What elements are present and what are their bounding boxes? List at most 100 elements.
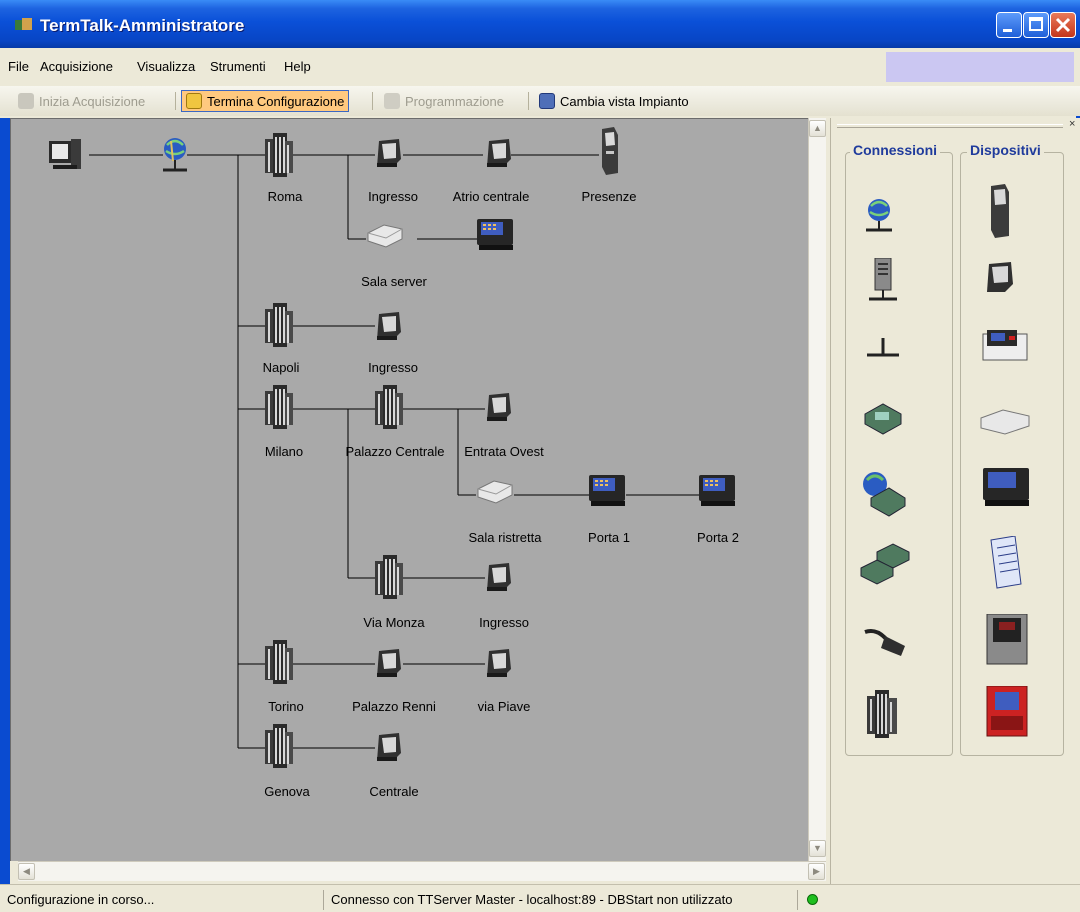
kiosk-icon[interactable] <box>985 184 1015 240</box>
terminal-icon <box>377 312 401 340</box>
horizontal-scrollbar[interactable]: ◀ ▶ <box>18 861 826 881</box>
node-label[interactable]: Ingresso <box>368 189 418 204</box>
modem-pair-icon[interactable] <box>859 542 911 590</box>
end-configuration-button[interactable]: Termina Configurazione <box>181 90 350 112</box>
status-indicator-panel <box>802 890 1072 910</box>
printer-terminal-icon[interactable] <box>981 328 1031 368</box>
menu-bar: File Acquisizione Visualizza Strumenti H… <box>0 48 1080 86</box>
end-configuration-label: Termina Configurazione <box>207 93 345 109</box>
node-label[interactable]: Palazzo Renni <box>352 699 436 714</box>
toolbar-separator <box>528 92 529 110</box>
node-label[interactable]: Presenze <box>582 189 637 204</box>
plant-tree-canvas[interactable]: Roma Ingresso Atrio centrale Presenze Sa… <box>10 118 808 861</box>
menu-acquisizione[interactable]: Acquisizione <box>40 59 113 74</box>
keypad-terminal-icon <box>699 475 735 506</box>
terminal-icon <box>487 563 511 591</box>
title-bar[interactable]: TermTalk-Amministratore <box>0 0 1080 48</box>
network-connection-icon[interactable] <box>861 194 901 234</box>
start-acquisition-button[interactable]: Inizia Acquisizione <box>18 90 145 112</box>
building-icon <box>265 724 293 768</box>
terminal-icon <box>377 649 401 677</box>
toolbar: Inizia Acquisizione Termina Configurazio… <box>0 86 1080 116</box>
internet-modem-icon[interactable] <box>859 468 909 518</box>
node-label[interactable]: Centrale <box>369 784 418 799</box>
window-border <box>0 118 10 884</box>
scroll-down-button[interactable]: ▼ <box>809 840 826 857</box>
scroll-right-button[interactable]: ▶ <box>808 863 825 880</box>
building-icon[interactable] <box>867 690 901 740</box>
minimize-button[interactable] <box>996 12 1022 38</box>
change-view-label: Cambia vista Impianto <box>560 93 689 109</box>
programming-icon <box>384 93 400 109</box>
node-label[interactable]: Roma <box>268 189 303 204</box>
menu-strumenti[interactable]: Strumenti <box>210 59 266 74</box>
menu-bar-filler <box>886 52 1074 82</box>
acquisition-icon <box>18 93 34 109</box>
keypad-terminal-icon[interactable] <box>983 468 1031 508</box>
terminal-icon[interactable] <box>985 262 1019 296</box>
maximize-icon <box>1029 17 1043 31</box>
node-label[interactable]: Via Monza <box>363 615 424 630</box>
window-title: TermTalk-Amministratore <box>40 16 245 35</box>
serial-cable-icon[interactable] <box>861 622 909 662</box>
application-window: TermTalk-Amministratore File Acquisizion… <box>0 0 1080 912</box>
tree-connector-lines <box>49 127 735 768</box>
status-connection-text: Connesso con TTServer Master - localhost… <box>328 890 798 910</box>
keypad-terminal-icon <box>589 475 625 506</box>
connections-title: Connessioni <box>850 142 941 158</box>
programming-button[interactable]: Programmazione <box>384 90 504 112</box>
building-icon <box>375 385 403 429</box>
node-label[interactable]: Sala ristretta <box>469 530 542 545</box>
toolbar-separator <box>372 92 373 110</box>
node-label[interactable]: Palazzo Centrale <box>346 444 445 459</box>
controller-box-icon <box>477 480 513 504</box>
node-label[interactable]: Entrata Ovest <box>464 444 543 459</box>
status-bar: Configurazione in corso... Connesso con … <box>0 884 1080 912</box>
controller-box-icon[interactable] <box>979 408 1031 438</box>
building-icon <box>265 385 293 429</box>
controller-box-icon <box>367 224 403 248</box>
terminal-icon <box>377 139 401 167</box>
menu-visualizza[interactable]: Visualizza <box>137 59 195 74</box>
node-label[interactable]: Atrio centrale <box>453 189 530 204</box>
node-label[interactable]: Napoli <box>263 360 300 375</box>
node-label[interactable]: Torino <box>268 699 303 714</box>
terminal-icon <box>487 393 511 421</box>
red-terminal-icon[interactable] <box>985 686 1029 738</box>
toolbar-separator <box>175 92 176 110</box>
building-icon <box>265 303 293 347</box>
menu-file[interactable]: File <box>8 59 29 74</box>
node-label[interactable]: via Piave <box>478 699 531 714</box>
component-palette: × Connessioni Dispositivi <box>830 118 1080 885</box>
node-label[interactable]: Genova <box>264 784 310 799</box>
start-acquisition-label: Inizia Acquisizione <box>39 93 146 109</box>
node-label[interactable]: Sala server <box>361 274 427 289</box>
palette-close-icon[interactable]: × <box>1069 118 1075 130</box>
maximize-button[interactable] <box>1023 12 1049 38</box>
modem-icon[interactable] <box>861 400 905 438</box>
scroll-up-button[interactable]: ▲ <box>809 120 826 137</box>
document-icon[interactable] <box>987 536 1027 590</box>
node-label[interactable]: Ingresso <box>479 615 529 630</box>
vertical-scrollbar[interactable]: ▲ ▼ <box>808 118 826 861</box>
plant-view-icon <box>539 93 555 109</box>
palette-grip[interactable] <box>837 124 1063 128</box>
local-connection-icon[interactable] <box>863 334 903 364</box>
kiosk-icon <box>602 127 618 175</box>
node-label[interactable]: Porta 2 <box>697 530 739 545</box>
building-icon <box>375 555 403 599</box>
menu-help[interactable]: Help <box>284 59 311 74</box>
change-view-button[interactable]: Cambia vista Impianto <box>539 90 689 112</box>
close-button[interactable] <box>1050 12 1076 38</box>
node-label[interactable]: Ingresso <box>368 360 418 375</box>
scroll-left-button[interactable]: ◀ <box>18 863 35 880</box>
node-label[interactable]: Porta 1 <box>588 530 630 545</box>
terminal-icon <box>487 139 511 167</box>
wall-terminal-icon[interactable] <box>985 614 1029 666</box>
status-text-left: Configurazione in corso... <box>4 890 324 910</box>
node-label[interactable]: Milano <box>265 444 303 459</box>
configuration-icon <box>186 93 202 109</box>
server-connection-icon[interactable] <box>863 258 903 304</box>
building-icon <box>265 640 293 684</box>
connection-status-icon <box>807 894 818 905</box>
